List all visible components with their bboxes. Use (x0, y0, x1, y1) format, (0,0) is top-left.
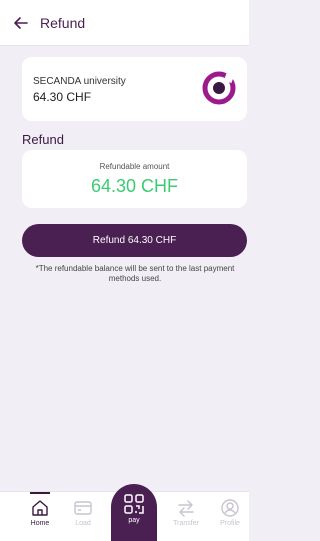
refundable-amount-value: 64.30 CHF (90, 176, 179, 196)
nav-item-load[interactable]: Load (66, 492, 100, 541)
nav-item-home[interactable]: Home (23, 492, 57, 541)
refund-note: *The refundable balance will be sent to … (35, 264, 235, 283)
ring-logo-icon (202, 71, 236, 105)
nav-label-profile: Profile (220, 520, 240, 527)
page-title: Refund (40, 14, 86, 31)
merchant-name: SECANDA university (33, 76, 126, 87)
merchant-card: SECANDA university 64.30 CHF (22, 57, 247, 121)
refund-amount-card: Refundable amount 64.30 CHF (22, 150, 247, 208)
nav-label-transfer: Transfer (173, 520, 199, 527)
pay-button[interactable]: pay (111, 484, 157, 541)
home-icon (32, 500, 48, 516)
nav-label-pay: pay (128, 517, 140, 524)
nav-label-home: Home (30, 520, 50, 527)
refundable-amount-label: Refundable amount (99, 162, 170, 171)
arrow-left-icon (14, 16, 28, 29)
active-tab-indicator (30, 492, 50, 494)
qr-code-icon (124, 494, 144, 514)
nav-item-profile[interactable]: Profile (213, 492, 247, 541)
card-icon (74, 501, 92, 515)
refund-section-title: Refund (22, 132, 64, 147)
nav-label-load: Load (75, 520, 91, 527)
app-bar: Refund (0, 0, 249, 46)
merchant-amount: 64.30 CHF (33, 90, 92, 104)
transfer-arrows-icon (178, 500, 194, 517)
nav-item-transfer[interactable]: Transfer (169, 492, 203, 541)
refund-button[interactable]: Refund 64.30 CHF (22, 224, 247, 257)
profile-icon (221, 499, 239, 517)
back-button[interactable] (6, 8, 36, 38)
